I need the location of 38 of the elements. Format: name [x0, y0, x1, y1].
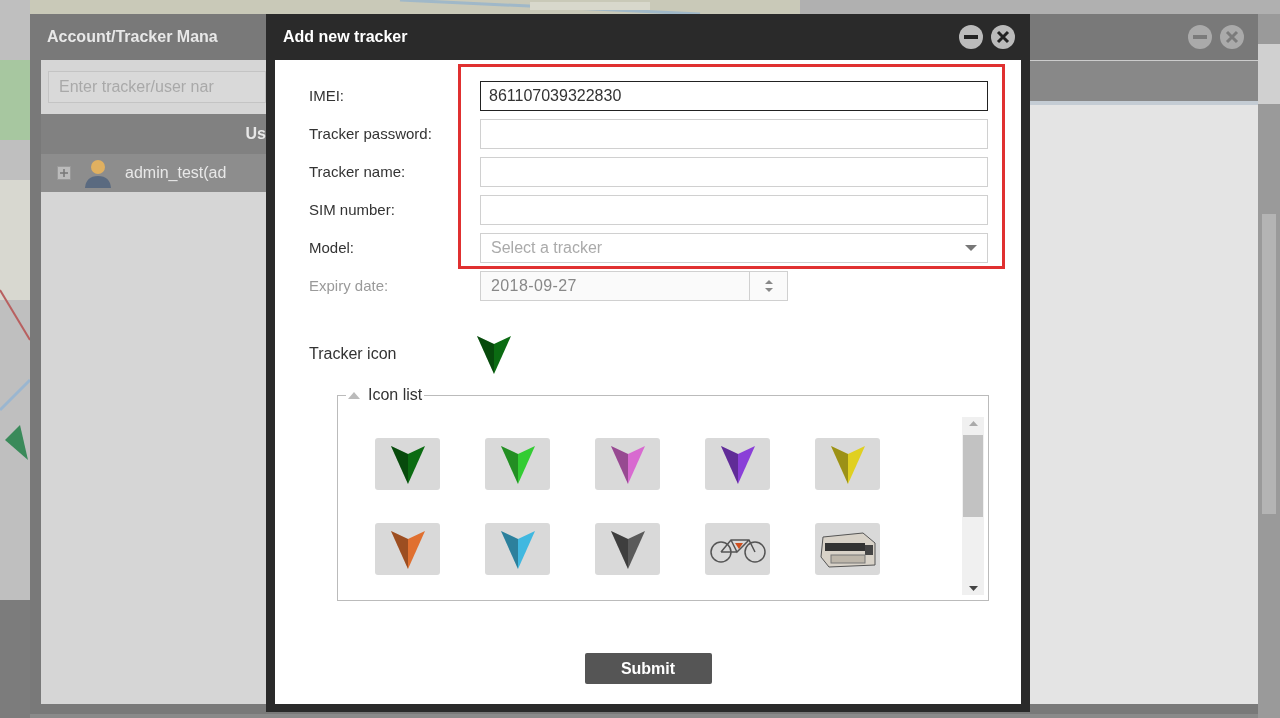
user-icon [83, 158, 113, 188]
submit-button[interactable]: Submit [584, 653, 712, 684]
caret-icon [965, 245, 977, 251]
icon-list-legend: Icon list [368, 383, 423, 407]
model-select[interactable]: Select a tracker [480, 233, 988, 263]
close-icon[interactable] [991, 25, 1015, 49]
expand-icon[interactable] [57, 166, 71, 180]
field-label: Expiry date: [309, 275, 390, 296]
field-label: IMEI: [309, 85, 345, 106]
field-label: SIM number: [309, 199, 396, 220]
scroll-up-icon[interactable] [968, 421, 978, 426]
spinner-arrows-icon [763, 279, 774, 293]
icon-option[interactable] [815, 523, 880, 575]
tracker-icon-label: Tracker icon [309, 344, 398, 364]
tracker-arrow-icon [477, 334, 511, 374]
icon-option[interactable] [595, 438, 660, 490]
icon-option[interactable] [705, 523, 770, 575]
field-label: Model: [309, 237, 356, 258]
bus-icon [818, 529, 877, 569]
user-row[interactable]: admin_test(ad [41, 154, 266, 192]
text-field[interactable] [480, 119, 988, 149]
window-title: Account/Tracker Mana [47, 27, 218, 47]
minimize-icon[interactable] [959, 25, 983, 49]
icon-option[interactable] [595, 523, 660, 575]
text-field[interactable] [480, 195, 988, 225]
icon-option[interactable] [375, 523, 440, 575]
text-field[interactable] [480, 157, 988, 187]
field-label: Tracker name: [309, 161, 407, 182]
field-label: Tracker password: [309, 123, 433, 144]
icon-option[interactable] [375, 438, 440, 490]
scrollbar[interactable] [962, 417, 984, 595]
scroll-down-icon[interactable] [968, 586, 978, 591]
dialog-title: Add new tracker [283, 27, 408, 47]
icon-option[interactable] [705, 438, 770, 490]
user-name: admin_test(ad [125, 163, 227, 183]
column-header: Us [245, 124, 266, 144]
text-field[interactable]: 861107039322830 [480, 81, 988, 111]
collapse-icon[interactable] [348, 391, 360, 399]
